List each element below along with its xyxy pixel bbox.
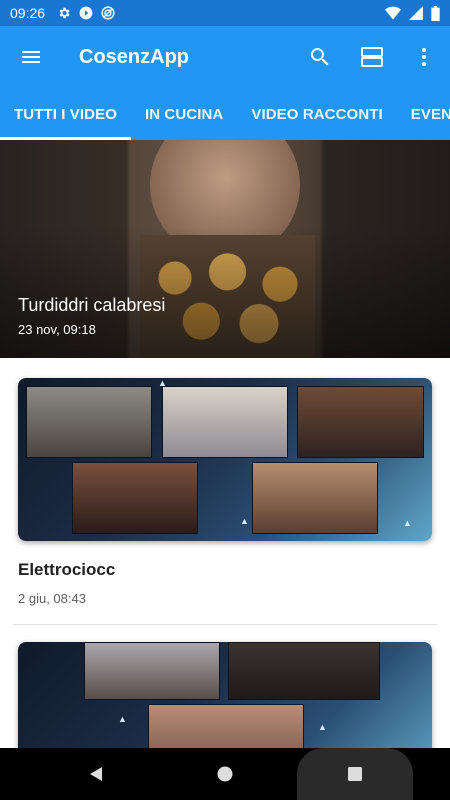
play-icon <box>79 6 93 20</box>
recents-icon <box>348 767 362 781</box>
system-nav-bar <box>0 748 450 800</box>
view-toggle-button[interactable] <box>346 26 398 88</box>
view-list-icon <box>361 47 383 67</box>
featured-title: Turdiddri calabresi <box>18 295 166 315</box>
app-bar: CosenzApp <box>0 26 450 88</box>
tab-tutti-i-video[interactable]: TUTTI I VIDEO <box>0 88 131 140</box>
cast-icon <box>101 6 115 20</box>
menu-button[interactable] <box>0 26 62 88</box>
search-icon <box>310 48 329 66</box>
signal-icon <box>409 6 423 20</box>
category-tabs: TUTTI I VIDEO IN CUCINA VIDEO RACCONTI E… <box>0 88 450 140</box>
search-button[interactable] <box>294 26 346 88</box>
gear-icon <box>59 7 70 19</box>
back-button[interactable] <box>76 748 116 800</box>
tab-video-racconti[interactable]: VIDEO RACCONTI <box>237 88 396 140</box>
tab-eventi[interactable]: EVENTI <box>397 88 450 140</box>
featured-video[interactable]: Turdiddri calabresi 23 nov, 09:18 <box>0 140 450 358</box>
hamburger-icon <box>22 51 40 63</box>
more-vert-icon <box>422 48 426 66</box>
recents-button[interactable] <box>335 748 375 800</box>
back-icon <box>90 767 102 781</box>
status-bar: 09:26 <box>0 0 450 26</box>
status-time: 09:26 <box>10 5 46 21</box>
featured-date: 23 nov, 09:18 <box>18 322 96 337</box>
tab-in-cucina[interactable]: IN CUCINA <box>131 88 237 140</box>
home-icon <box>217 766 233 782</box>
home-button[interactable] <box>205 748 245 800</box>
video-title: Elettrociocc <box>18 560 116 579</box>
app-title: CosenzApp <box>79 45 189 68</box>
wifi-icon <box>385 6 401 20</box>
battery-icon <box>431 5 440 21</box>
video-thumbnail[interactable]: ▲ ▲ ▲ <box>18 378 432 541</box>
divider <box>13 624 437 625</box>
overflow-menu-button[interactable] <box>398 26 450 88</box>
video-date: 2 giu, 08:43 <box>18 591 86 606</box>
